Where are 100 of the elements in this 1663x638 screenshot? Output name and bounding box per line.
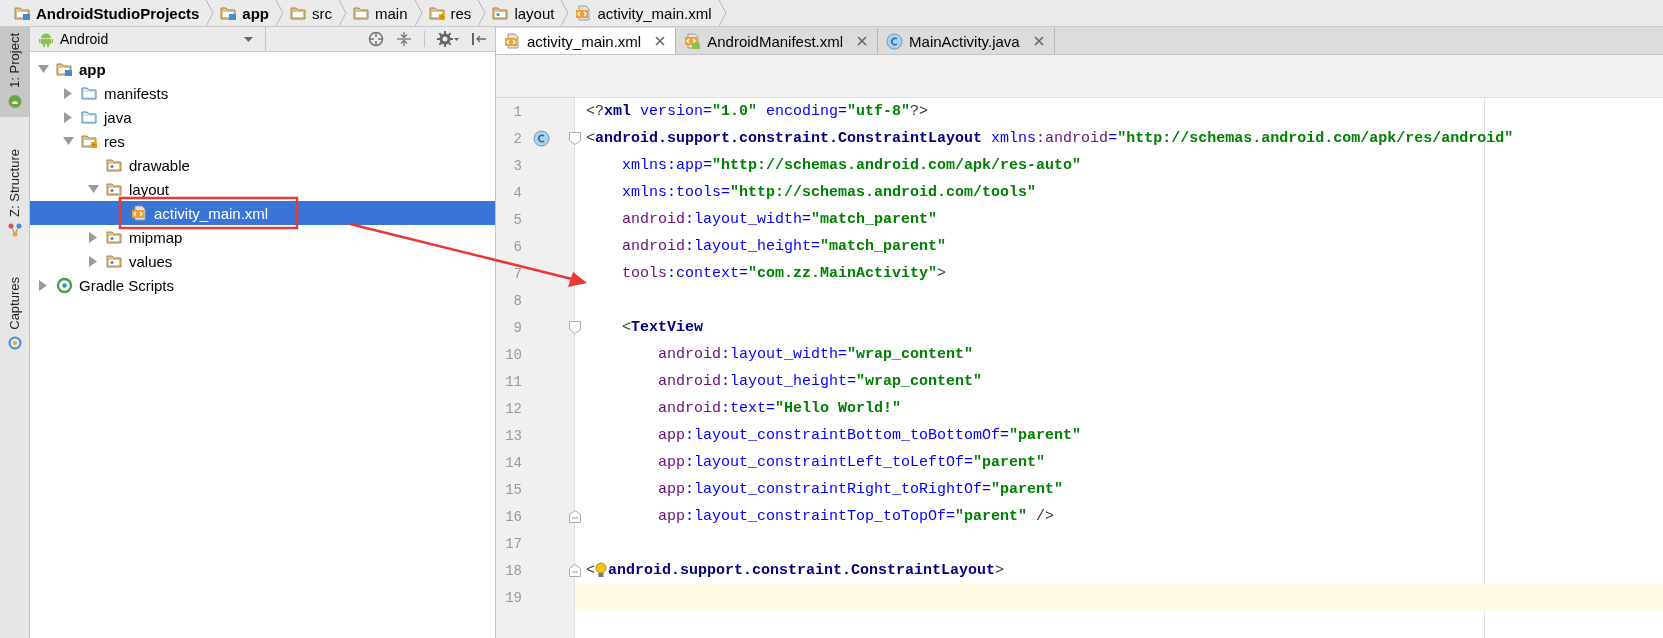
line-number: 16	[504, 508, 522, 525]
tree-label: Gradle Scripts	[79, 276, 175, 294]
code-line: android.support.constraint.ConstraintLayout>	[608, 562, 1005, 579]
expanded-arrow-icon[interactable]	[87, 184, 99, 194]
chevron-icon	[413, 0, 423, 26]
breadcrumb-item[interactable]: layout	[488, 1, 561, 25]
folder-icon	[492, 5, 510, 21]
folder-icon	[290, 5, 307, 21]
tree-item[interactable]: java	[30, 105, 495, 129]
line-number: 2	[512, 130, 522, 147]
collapsed-arrow-icon[interactable]	[38, 279, 48, 291]
expanded-arrow-icon[interactable]	[62, 136, 74, 146]
tree-label: drawable	[129, 156, 190, 174]
structure-icon	[7, 222, 22, 237]
line-number: 11	[504, 373, 522, 390]
breadcrumb-item[interactable]: src	[286, 1, 338, 25]
collapsed-arrow-icon[interactable]	[88, 231, 98, 243]
tree-item[interactable]: activity_main.xml	[30, 201, 495, 225]
line-number: 3	[512, 157, 522, 174]
expanded-arrow-icon[interactable]	[37, 64, 49, 74]
folder-icon	[81, 85, 98, 101]
collapsed-arrow-icon[interactable]	[88, 255, 98, 267]
code-line: android:layout_height="wrap_content"	[657, 373, 983, 390]
tree-item[interactable]: mipmap	[30, 225, 495, 249]
tool-window-tab[interactable]: 1: Project	[0, 27, 29, 117]
code-line: android:layout_width="wrap_content"	[657, 346, 974, 363]
line-number: 7	[512, 265, 522, 282]
breadcrumb-item[interactable]: AndroidStudioProjects	[10, 1, 206, 25]
tool-window-tab[interactable]: Captures	[0, 268, 29, 358]
xml-file-icon	[504, 33, 521, 49]
collapsed-arrow-icon[interactable]	[63, 87, 73, 99]
tree-item[interactable]: drawable	[30, 153, 495, 177]
collapse-icon[interactable]	[396, 31, 412, 47]
line-number: 17	[504, 535, 522, 552]
breadcrumb-item[interactable]: activity_main.xml	[571, 1, 718, 25]
fold-start-icon[interactable]	[569, 321, 581, 334]
module-folder-icon	[56, 61, 73, 77]
folder-icon	[106, 229, 123, 245]
locate-icon[interactable]	[368, 31, 384, 47]
fold-start-icon[interactable]	[569, 132, 581, 145]
captures-icon	[7, 335, 22, 350]
chevron-icon	[275, 0, 284, 26]
line-number: 14	[504, 454, 522, 471]
chevron-icon	[338, 0, 347, 26]
code-line: android:layout_height="match_parent"	[621, 238, 947, 255]
xml-file-icon	[131, 205, 148, 221]
folder-icon	[81, 109, 98, 125]
line-number: 6	[512, 238, 522, 255]
tree-label: java	[104, 108, 132, 126]
class-icon	[886, 32, 904, 50]
tree-item[interactable]: app	[30, 57, 495, 81]
resource-folder-icon	[428, 5, 446, 21]
code-line: <TextView	[621, 319, 704, 336]
breadcrumb-item[interactable]: res	[424, 1, 478, 25]
tree-item[interactable]: res	[30, 129, 495, 153]
breadcrumb-item[interactable]: app	[216, 1, 275, 25]
tree-item[interactable]: Gradle Scripts	[30, 273, 495, 297]
code-line: app:layout_constraintLeft_toLeftOf="parent"	[657, 454, 1046, 471]
code-line: android:layout_width="match_parent"	[621, 211, 938, 228]
settings-icon[interactable]	[437, 31, 459, 47]
tree-label: mipmap	[129, 228, 183, 246]
editor-tab[interactable]: activity_main.xml	[496, 28, 677, 54]
tree-item[interactable]: values	[30, 249, 495, 273]
line-number: 4	[512, 184, 522, 201]
module-folder-icon	[14, 5, 31, 21]
code-line: app:layout_constraintBottom_toBottomOf="parent"	[657, 427, 1082, 444]
line-number: 15	[504, 481, 522, 498]
line-number: 12	[504, 400, 522, 417]
chevron-icon	[560, 0, 570, 26]
close-icon[interactable]	[655, 36, 666, 46]
code-line: android:text="Hello World!"	[657, 400, 902, 417]
fold-end-icon[interactable]	[569, 564, 581, 577]
breadcrumb-item[interactable]: main	[349, 1, 414, 25]
code-line: xmlns:app="http://schemas.android.com/apk/res-auto"	[621, 157, 1082, 174]
tree-item[interactable]: manifests	[30, 81, 495, 105]
resource-folder-icon	[81, 133, 98, 149]
tab-label: AndroidManifest.xml	[707, 32, 844, 50]
close-icon[interactable]	[1033, 36, 1044, 46]
tree-label: res	[104, 132, 125, 150]
tree-label: app	[79, 60, 106, 78]
code-line: app:layout_constraintTop_toTopOf="parent" />	[657, 508, 1055, 525]
tree-label: manifests	[104, 84, 169, 102]
hide-panel-icon[interactable]	[471, 31, 487, 47]
close-icon[interactable]	[857, 36, 868, 46]
manifest-file-icon	[684, 33, 702, 49]
tab-label: activity_main.xml	[527, 32, 642, 50]
line-number: 5	[512, 211, 522, 228]
tree-label: activity_main.xml	[154, 204, 269, 222]
tree-label: values	[129, 252, 173, 270]
tree-item[interactable]: layout	[30, 177, 495, 201]
tab-label: MainActivity.java	[909, 32, 1020, 50]
folder-icon	[353, 5, 370, 21]
fold-end-icon[interactable]	[569, 510, 581, 523]
module-folder-icon	[220, 5, 238, 21]
line-number: 18	[504, 562, 522, 579]
tool-window-tab[interactable]: Z: Structure	[0, 141, 29, 245]
bulb-icon[interactable]	[595, 562, 607, 579]
chevron-icon	[717, 0, 727, 26]
android-icon	[7, 94, 22, 109]
collapsed-arrow-icon[interactable]	[63, 111, 73, 123]
